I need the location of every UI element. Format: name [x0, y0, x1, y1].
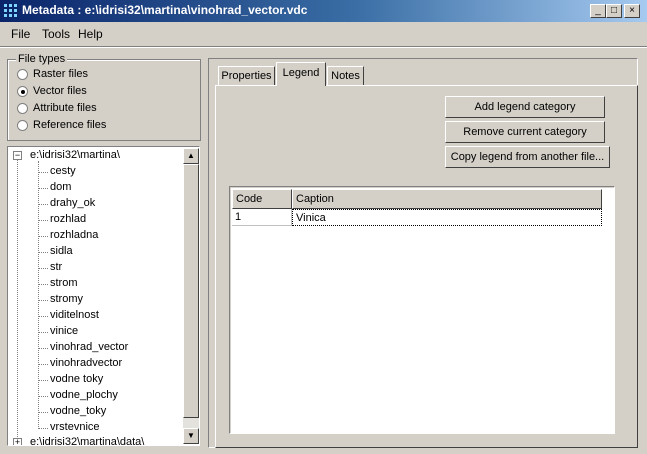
radio-reference-files[interactable]: [17, 120, 28, 131]
file-tree[interactable]: − e:\idrisi32\martina\ cesty dom drahy_o…: [7, 146, 200, 446]
expand-icon[interactable]: +: [13, 438, 22, 445]
tree-item[interactable]: vodne_toky: [50, 405, 106, 417]
cell-caption[interactable]: Vinica: [292, 209, 602, 226]
radio-vector-files[interactable]: [17, 86, 28, 97]
column-header-caption[interactable]: Caption: [292, 189, 602, 209]
scrollbar-thumb[interactable]: [183, 164, 199, 418]
tree-tick: [38, 412, 48, 413]
cell-code[interactable]: 1: [232, 209, 292, 226]
app-icon: [3, 3, 18, 18]
radio-raster-files[interactable]: [17, 69, 28, 80]
tree-item[interactable]: vinohrad_vector: [50, 341, 128, 353]
tab-notes[interactable]: Notes: [327, 66, 364, 86]
tree-tick: [38, 396, 48, 397]
window-title: Metadata : e:\idrisi32\martina\vinohrad_…: [22, 3, 308, 17]
close-button[interactable]: ×: [624, 4, 640, 18]
tree-tick: [38, 252, 48, 253]
tab-properties[interactable]: Properties: [218, 66, 275, 86]
copy-legend-button[interactable]: Copy legend from another file...: [445, 146, 610, 168]
tree-tick: [38, 268, 48, 269]
add-legend-category-button[interactable]: Add legend category: [445, 96, 605, 118]
minimize-button[interactable]: _: [590, 4, 606, 18]
tree-item[interactable]: rozhladna: [50, 229, 98, 241]
tree-tick: [38, 284, 48, 285]
tree-tick: [38, 172, 48, 173]
tree-item[interactable]: vinohradvector: [50, 357, 122, 369]
maximize-button[interactable]: □: [606, 4, 622, 18]
radio-vector-label: Vector files: [33, 85, 87, 97]
tree-item[interactable]: dom: [50, 181, 71, 193]
tree-item[interactable]: cesty: [50, 165, 76, 177]
tree-item[interactable]: vinice: [50, 325, 78, 337]
tree-scrollbar[interactable]: ▲ ▼: [183, 148, 199, 444]
tree-tick: [38, 332, 48, 333]
tree-item[interactable]: sidla: [50, 245, 73, 257]
tree-tick: [38, 188, 48, 189]
file-types-legend: File types: [16, 53, 68, 65]
legend-grid[interactable]: Code Caption 1 Vinica: [229, 186, 615, 434]
column-header-code[interactable]: Code: [232, 189, 292, 209]
tree-item[interactable]: rozhlad: [50, 213, 86, 225]
radio-attribute-files[interactable]: [17, 103, 28, 114]
radio-selected-dot: [21, 90, 25, 94]
tree-tick: [38, 204, 48, 205]
scroll-down-button[interactable]: ▼: [183, 428, 199, 444]
tree-item[interactable]: stromy: [50, 293, 83, 305]
menu-tools[interactable]: Tools: [42, 27, 70, 41]
tree-tick: [38, 428, 48, 429]
tree-item[interactable]: vodne_plochy: [50, 389, 118, 401]
tree-tick: [38, 300, 48, 301]
tree-tick: [38, 236, 48, 237]
tree-item[interactable]: strom: [50, 277, 78, 289]
tree-tick: [38, 316, 48, 317]
scroll-up-button[interactable]: ▲: [183, 148, 199, 164]
radio-attribute-label: Attribute files: [33, 102, 97, 114]
tree-item[interactable]: vodne toky: [50, 373, 103, 385]
tree-connector: [17, 159, 18, 443]
tree-item[interactable]: str: [50, 261, 62, 273]
tree-tick: [38, 364, 48, 365]
tree-root-label[interactable]: e:\idrisi32\martina\: [30, 149, 120, 161]
radio-raster-label: Raster files: [33, 68, 89, 80]
menu-file[interactable]: File: [11, 27, 30, 41]
menu-help[interactable]: Help: [78, 27, 103, 41]
menu-separator: [0, 46, 647, 48]
tree-tick: [38, 348, 48, 349]
tree-item[interactable]: vrstevnice: [50, 421, 100, 433]
tree-tick: [38, 380, 48, 381]
menu-bar: File Tools Help: [0, 24, 647, 44]
tree-root-label[interactable]: e:\idrisi32\martina\data\: [30, 436, 144, 445]
tree-item[interactable]: viditelnost: [50, 309, 99, 321]
collapse-icon[interactable]: −: [13, 151, 22, 160]
remove-current-category-button[interactable]: Remove current category: [445, 121, 605, 143]
tab-legend[interactable]: Legend: [276, 62, 326, 86]
tree-branch-line: [38, 161, 39, 427]
radio-reference-label: Reference files: [33, 119, 107, 131]
tree-item[interactable]: drahy_ok: [50, 197, 95, 209]
title-bar[interactable]: Metadata : e:\idrisi32\martina\vinohrad_…: [0, 0, 647, 22]
tree-tick: [38, 220, 48, 221]
